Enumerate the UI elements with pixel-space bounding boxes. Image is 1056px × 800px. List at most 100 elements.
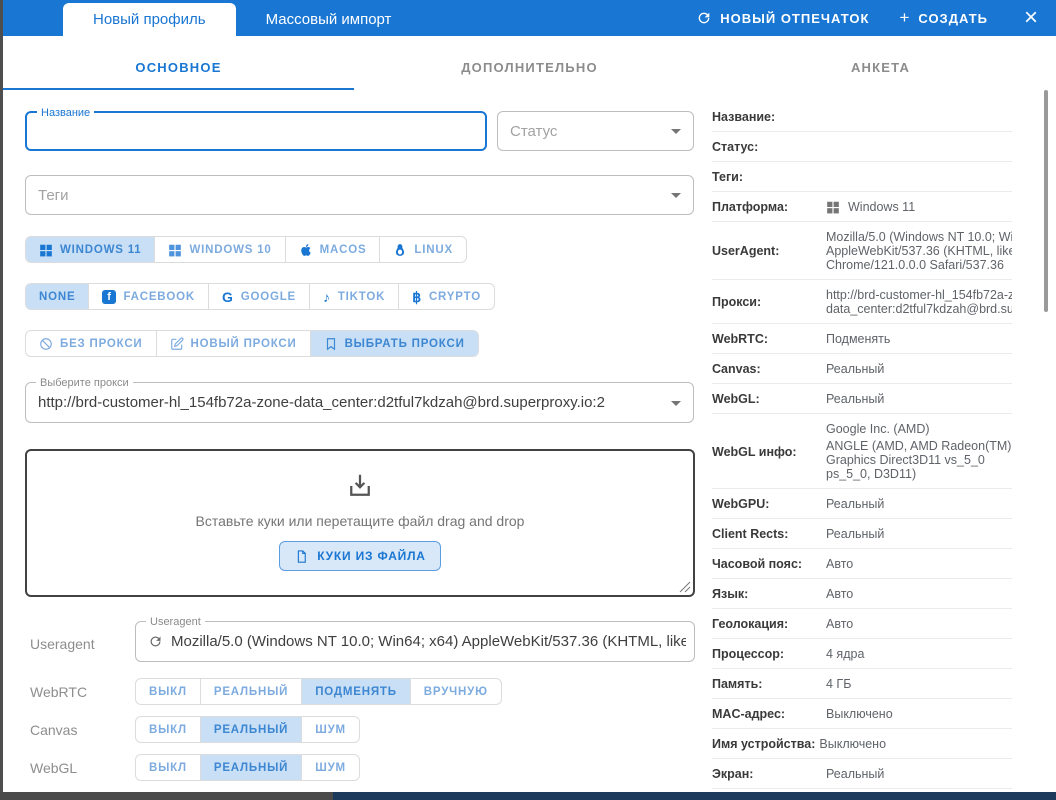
toggle-label: ВЫКЛ: [149, 724, 187, 736]
webgl-real-button[interactable]: РЕАЛЬНЫЙ: [200, 755, 301, 780]
platform-option-label: FACEBOOK: [123, 291, 195, 303]
refresh-icon[interactable]: [148, 634, 163, 649]
summary-row-tags: Теги:: [712, 162, 1012, 192]
select-proxy-button[interactable]: ВЫБРАТЬ ПРОКСИ: [310, 331, 478, 356]
summary-value: http://brd-customer-hl_154fb72a-zone- da…: [826, 288, 1012, 316]
summary-label: WebGL:: [712, 392, 822, 406]
cookies-from-file-label: КУКИ ИЗ ФАЙЛА: [317, 549, 426, 563]
summary-row-screen: Экран: Реальный: [712, 759, 1012, 789]
webrtc-off-button[interactable]: ВЫКЛ: [136, 679, 200, 704]
os-macos-button[interactable]: MACOS: [285, 237, 380, 262]
new-fingerprint-button[interactable]: НОВЫЙ ОТПЕЧАТОК: [696, 10, 869, 26]
toggle-label: ШУМ: [315, 724, 346, 736]
tab-main[interactable]: ОСНОВНОЕ: [3, 36, 354, 90]
summary-label: Имя устройства:: [712, 737, 815, 751]
cookies-dropzone[interactable]: Вставьте куки или перетащите файл drag a…: [25, 449, 695, 597]
background-app-strip: [333, 792, 1056, 800]
toggle-label: ВЫКЛ: [149, 686, 187, 698]
os-windows-10-button[interactable]: WINDOWS 10: [154, 237, 284, 262]
tab-profile-form[interactable]: АНКЕТА: [705, 36, 1056, 90]
create-button[interactable]: + СОЗДАТЬ: [899, 8, 988, 28]
summary-row-webgpu: WebGPU: Реальный: [712, 489, 1012, 519]
webgl-off-button[interactable]: ВЫКЛ: [136, 755, 200, 780]
scrollbar-thumb[interactable]: [1044, 90, 1048, 312]
summary-row-memory: Память: 4 ГБ: [712, 669, 1012, 699]
webrtc-substitute-button[interactable]: ПОДМЕНЯТЬ: [301, 679, 410, 704]
summary-value: Реальный: [826, 497, 1012, 511]
canvas-off-button[interactable]: ВЫКЛ: [136, 717, 200, 742]
name-input[interactable]: Название: [25, 111, 487, 151]
summary-row-cpu: Процессор: 4 ядра: [712, 639, 1012, 669]
summary-label: Статус:: [712, 140, 822, 154]
webrtc-manual-button[interactable]: ВРУЧНУЮ: [410, 679, 501, 704]
os-linux-button[interactable]: LINUX: [379, 237, 466, 262]
platform-google-button[interactable]: G GOOGLE: [208, 284, 309, 309]
section-tabs: ОСНОВНОЕ ДОПОЛНИТЕЛЬНО АНКЕТА: [3, 36, 1056, 90]
platform-tiktok-button[interactable]: ♪ TIKTOK: [309, 284, 398, 309]
summary-row-status: Статус:: [712, 132, 1012, 162]
windows-icon: [826, 200, 840, 214]
toggle-label: ШУМ: [315, 762, 346, 774]
platform-option-label: CRYPTO: [429, 291, 481, 303]
window-edge-bottom: [0, 792, 333, 800]
linux-penguin-icon: [393, 243, 407, 257]
status-placeholder: Статус: [498, 112, 693, 150]
facebook-icon: f: [102, 290, 116, 304]
google-icon: G: [222, 290, 234, 304]
summary-row-language: Язык: Авто: [712, 579, 1012, 609]
canvas-toggle-group: ВЫКЛ РЕАЛЬНЫЙ ШУМ: [135, 716, 360, 743]
status-select[interactable]: Статус: [497, 111, 694, 151]
summary-row-platform: Платформа: Windows 11: [712, 192, 1012, 222]
summary-label: Память:: [712, 677, 822, 691]
summary-label: Платформа:: [712, 200, 822, 214]
proxy-select-label: Выберите прокси: [36, 376, 133, 390]
summary-value: Авто: [826, 587, 1012, 601]
close-button[interactable]: ×: [1018, 6, 1044, 30]
platform-facebook-button[interactable]: f FACEBOOK: [88, 284, 208, 309]
os-toggle-group: WINDOWS 11 WINDOWS 10 MACOS LINUX: [25, 236, 467, 263]
plus-icon: +: [899, 8, 910, 28]
canvas-noise-button[interactable]: ШУМ: [301, 717, 359, 742]
tab-bulk-import[interactable]: Массовый импорт: [236, 3, 422, 36]
tab-new-profile[interactable]: Новый профиль: [63, 3, 236, 36]
proxy-select[interactable]: Выберите прокси http://brd-customer-hl_1…: [25, 382, 694, 423]
edit-icon: [170, 337, 184, 351]
os-windows-11-button[interactable]: WINDOWS 11: [26, 237, 154, 262]
summary-value: Авто: [826, 617, 1012, 631]
resize-handle[interactable]: [679, 581, 691, 593]
webrtc-real-button[interactable]: РЕАЛЬНЫЙ: [200, 679, 301, 704]
summary-value: Выключено: [819, 737, 1012, 751]
platform-none-button[interactable]: NONE: [26, 284, 88, 309]
profile-summary-panel: Название: Статус: Теги: Платформа: Windo…: [712, 102, 1012, 789]
cookies-from-file-button[interactable]: КУКИ ИЗ ФАЙЛА: [279, 541, 441, 571]
file-icon: [294, 549, 309, 564]
toggle-label: РЕАЛЬНЫЙ: [214, 686, 288, 698]
webrtc-row-label: WebRTC: [30, 684, 87, 700]
summary-label: Теги:: [712, 170, 822, 184]
useragent-field-label: Useragent: [146, 615, 205, 629]
summary-label: Client Rects:: [712, 527, 822, 541]
summary-row-device-name: Имя устройства: Выключено: [712, 729, 1012, 759]
header-actions: НОВЫЙ ОТПЕЧАТОК + СОЗДАТЬ ×: [696, 0, 1056, 36]
summary-value: 4 ГБ: [826, 677, 1012, 691]
no-proxy-button[interactable]: БЕЗ ПРОКСИ: [26, 331, 156, 356]
platform-crypto-button[interactable]: ฿ CRYPTO: [398, 284, 494, 309]
useragent-row-label: Useragent: [30, 636, 95, 652]
tab-additional[interactable]: ДОПОЛНИТЕЛЬНО: [354, 36, 705, 90]
summary-label: Canvas:: [712, 362, 822, 376]
create-label: СОЗДАТЬ: [918, 11, 988, 26]
name-input-value: [27, 113, 485, 149]
useragent-input[interactable]: Useragent Mozilla/5.0 (Windows NT 10.0; …: [135, 621, 695, 662]
os-option-label: WINDOWS 11: [60, 244, 141, 256]
tags-select[interactable]: Теги: [25, 175, 694, 215]
summary-label: WebGPU:: [712, 497, 822, 511]
webgl-noise-button[interactable]: ШУМ: [301, 755, 359, 780]
canvas-real-button[interactable]: РЕАЛЬНЫЙ: [200, 717, 301, 742]
modal-header: Новый профиль Массовый импорт НОВЫЙ ОТПЕ…: [3, 0, 1056, 36]
summary-value: 4 ядра: [826, 647, 1012, 661]
summary-label: UserAgent:: [712, 244, 822, 258]
summary-label: Геолокация:: [712, 617, 822, 631]
new-proxy-button[interactable]: НОВЫЙ ПРОКСИ: [156, 331, 310, 356]
chevron-down-icon: [671, 193, 681, 198]
proxy-option-label: НОВЫЙ ПРОКСИ: [191, 338, 297, 350]
